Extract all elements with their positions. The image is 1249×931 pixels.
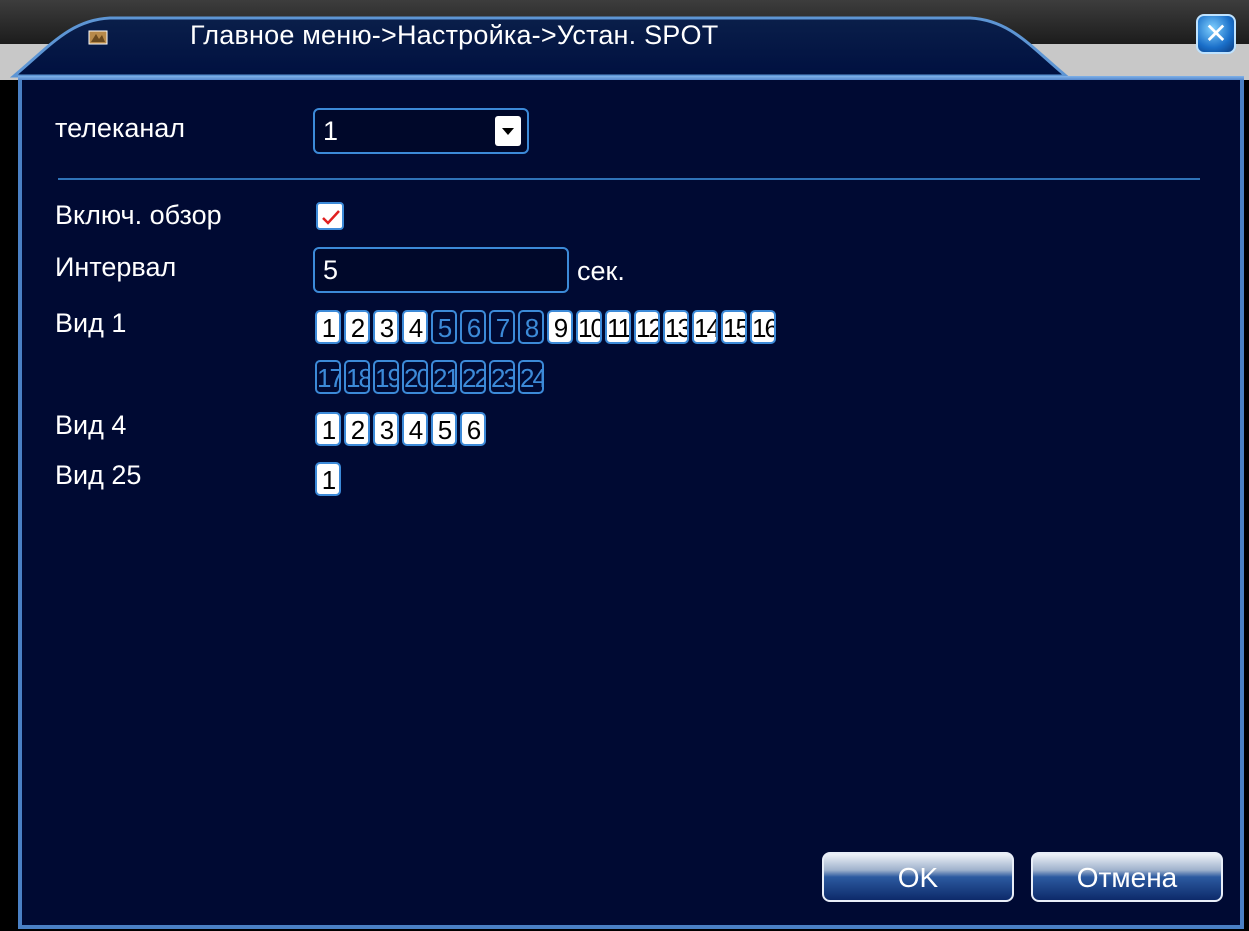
channel-toggle[interactable]: 11	[605, 310, 631, 344]
channel-toggle[interactable]: 4	[402, 310, 428, 344]
view25-channels: 1	[315, 462, 344, 496]
channel-toggle[interactable]: 10	[576, 310, 602, 344]
channel-toggle[interactable]: 12	[634, 310, 660, 344]
channel-toggle[interactable]: 3	[373, 412, 399, 446]
title-tab: Главное меню->Настройка->Устан. SPOT	[10, 6, 1070, 78]
interval-value: 5	[323, 255, 339, 285]
channel-toggle[interactable]: 23	[489, 360, 515, 394]
channel-select[interactable]: 1	[313, 108, 529, 154]
view4-label: Вид 4	[55, 410, 127, 440]
divider	[58, 178, 1200, 180]
interval-input[interactable]: 5	[313, 247, 569, 293]
channel-toggle[interactable]: 6	[460, 412, 486, 446]
checkmark-icon	[322, 210, 340, 225]
view1-channels-row1: 1 2 3 4 5 6 7 8 9 10 11 12 13 14 15 16	[315, 310, 779, 344]
channel-toggle[interactable]: 20	[402, 360, 428, 394]
view25-label: Вид 25	[55, 460, 142, 490]
channel-toggle[interactable]: 22	[460, 360, 486, 394]
channel-toggle[interactable]: 9	[547, 310, 573, 344]
view1-label: Вид 1	[55, 308, 127, 338]
channel-toggle[interactable]: 8	[518, 310, 544, 344]
channel-toggle[interactable]: 14	[692, 310, 718, 344]
channel-toggle[interactable]: 5	[431, 412, 457, 446]
channel-toggle[interactable]: 17	[315, 360, 341, 394]
tour-label: Включ. обзор	[55, 200, 222, 230]
channel-toggle[interactable]: 15	[721, 310, 747, 344]
channel-toggle[interactable]: 1	[315, 462, 341, 496]
view4-channels: 123456	[315, 412, 489, 446]
channel-toggle[interactable]: 16	[750, 310, 776, 344]
channel-toggle[interactable]: 24	[518, 360, 544, 394]
chevron-down-icon[interactable]	[495, 116, 521, 146]
channel-toggle[interactable]: 18	[344, 360, 370, 394]
ok-button[interactable]: OK	[822, 852, 1014, 902]
interval-unit: сек.	[577, 256, 625, 286]
menu-icon	[88, 28, 108, 46]
channel-toggle[interactable]: 4	[402, 412, 428, 446]
channel-toggle[interactable]: 2	[344, 412, 370, 446]
channel-label: телеканал	[55, 113, 186, 143]
channel-toggle[interactable]: 1	[315, 310, 341, 344]
channel-toggle[interactable]: 1	[315, 412, 341, 446]
channel-toggle[interactable]: 19	[373, 360, 399, 394]
close-button[interactable]: ✕	[1196, 14, 1236, 54]
view1-channels-row2: 17 18 19 20 21 22 23 24	[315, 360, 547, 394]
tour-checkbox[interactable]	[316, 202, 344, 230]
channel-toggle[interactable]: 7	[489, 310, 515, 344]
cancel-button[interactable]: Отмена	[1031, 852, 1223, 902]
channel-toggle[interactable]: 3	[373, 310, 399, 344]
channel-value: 1	[323, 116, 339, 146]
channel-toggle[interactable]: 13	[663, 310, 689, 344]
cancel-button-label: Отмена	[1076, 862, 1178, 893]
ok-button-label: OK	[897, 862, 939, 893]
channel-toggle[interactable]: 6	[460, 310, 486, 344]
window-title-label: Главное меню->Настройка->Устан. SPOT	[190, 20, 719, 50]
channel-toggle[interactable]: 21	[431, 360, 457, 394]
channel-toggle[interactable]: 5	[431, 310, 457, 344]
close-icon: ✕	[1204, 18, 1228, 49]
interval-label: Интервал	[55, 252, 177, 282]
channel-toggle[interactable]: 2	[344, 310, 370, 344]
